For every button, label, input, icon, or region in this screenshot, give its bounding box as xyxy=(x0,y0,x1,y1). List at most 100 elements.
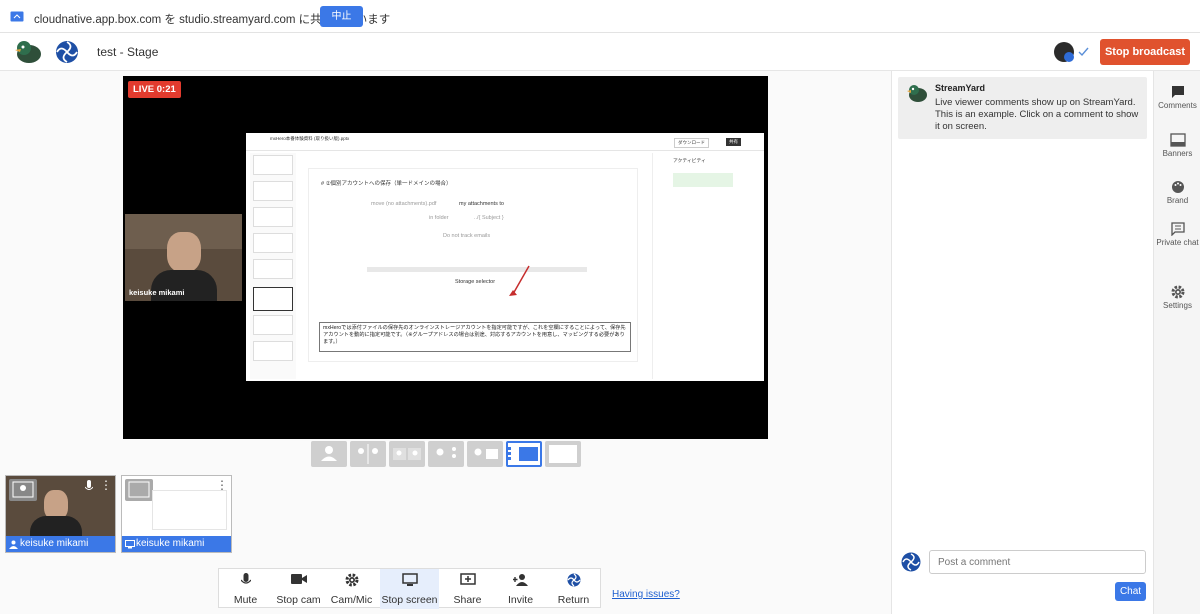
broadcast-title: test - Stage xyxy=(97,45,159,59)
folder-text: in folder xyxy=(429,215,449,221)
layout-screen-main-button[interactable] xyxy=(506,441,542,467)
broadcast-controls: Mute Stop cam Cam/Mic Stop screen Share … xyxy=(218,568,601,609)
add-to-stage-icon[interactable] xyxy=(125,479,153,501)
stop-broadcast-button[interactable]: Stop broadcast xyxy=(1100,39,1190,65)
stop-screen-button[interactable]: Stop screen xyxy=(380,569,439,609)
side-item-comments[interactable]: Comments xyxy=(1154,85,1200,111)
brand-logo-icon xyxy=(56,41,78,63)
screen-share-icon xyxy=(10,11,24,22)
doc-title: mxHero本番体験資料 (取り扱い版).pptx xyxy=(270,136,350,141)
add-person-icon xyxy=(512,574,528,586)
side-label-brand: Brand xyxy=(1166,196,1189,205)
shared-screen: mxHero本番体験資料 (取り扱い版).pptx ダウンロード 共有 # ②個… xyxy=(246,133,764,381)
doc-download-button: ダウンロード xyxy=(674,138,709,148)
gear-icon xyxy=(1171,285,1184,299)
comments-panel: StreamYard Live viewer comments show up … xyxy=(893,71,1153,614)
brand-logo-icon xyxy=(567,573,580,587)
screen-thumb-label: keisuke mikami xyxy=(122,536,231,552)
camera-feed: keisuke mikami xyxy=(125,214,242,301)
subject-text: ../{ Subject } xyxy=(474,215,504,221)
slide-canvas: # ②個別アカウントへの保存（単一ドメインの場合） move (no attac… xyxy=(308,168,638,362)
stop-cam-label: Stop cam xyxy=(276,594,321,606)
streamyard-logo-icon xyxy=(15,41,41,63)
stage-area: LIVE 0:21 mxHero本番体験資料 (取り扱い版).pptx ダウンロ… xyxy=(0,71,892,614)
side-item-banners[interactable]: Banners xyxy=(1154,133,1200,159)
red-arrow-icon xyxy=(509,265,530,296)
comment-text: Live viewer comments show up on StreamYa… xyxy=(935,97,1139,132)
destination-avatar-icon[interactable] xyxy=(1052,40,1094,64)
video-camera-icon xyxy=(290,574,307,584)
chat-icon xyxy=(1170,222,1185,236)
person-screen-icon xyxy=(474,448,498,459)
fullscreen-icon xyxy=(549,445,577,463)
return-button[interactable]: Return xyxy=(547,569,600,609)
add-to-stage-icon[interactable] xyxy=(9,479,37,501)
layout-thin-button[interactable] xyxy=(389,441,425,467)
stop-sharing-button[interactable]: 中止 xyxy=(320,6,363,27)
palette-icon xyxy=(1171,181,1184,193)
slide-thumbnails xyxy=(250,153,296,379)
doc-header: mxHero本番体験資料 (取り扱い版).pptx ダウンロード 共有 xyxy=(246,133,764,151)
doc-share-button: 共有 xyxy=(726,138,741,146)
stop-screen-label: Stop screen xyxy=(381,594,438,606)
track-text: Do not track emails xyxy=(443,233,491,239)
add-screen-icon xyxy=(459,573,476,585)
gear-icon xyxy=(345,573,358,587)
share-button[interactable]: Share xyxy=(441,569,494,609)
invite-label: Invite xyxy=(507,594,534,606)
storage-selector-text: Storage selector xyxy=(455,279,496,285)
side-item-private-chat[interactable]: Private chat xyxy=(1154,222,1200,248)
screen-person-icon xyxy=(508,447,538,461)
comment-icon xyxy=(1171,86,1184,98)
screen-share-bar: cloudnative.app.box.com を studio.streamy… xyxy=(0,0,1200,33)
example-comment[interactable]: StreamYard Live viewer comments show up … xyxy=(898,77,1147,139)
stop-cam-button[interactable]: Stop cam xyxy=(272,569,325,609)
comment-sender: StreamYard xyxy=(935,83,986,93)
cam-mic-label: Cam/Mic xyxy=(330,594,373,606)
invite-button[interactable]: Invite xyxy=(494,569,547,609)
screen-thumbnail[interactable]: ⋮ keisuke mikami xyxy=(121,475,232,553)
share-label: Share xyxy=(453,594,482,606)
more-options-icon[interactable]: ⋮ xyxy=(100,478,112,492)
live-video: LIVE 0:21 mxHero本番体験資料 (取り扱い版).pptx ダウンロ… xyxy=(123,76,768,439)
layout-group-button[interactable] xyxy=(428,441,464,467)
doc-activity-panel: アクティビティ xyxy=(652,153,764,379)
chat-send-button[interactable]: Chat xyxy=(1115,582,1146,601)
layout-split-button[interactable] xyxy=(350,441,386,467)
side-label-private-chat: Private chat xyxy=(1156,238,1199,247)
return-label: Return xyxy=(557,594,590,606)
banner-icon xyxy=(1169,133,1186,147)
monitor-icon xyxy=(401,573,418,586)
layout-screen-side-button[interactable] xyxy=(467,441,503,467)
camera-thumbnail[interactable]: ⋮ keisuke mikami xyxy=(5,475,116,553)
person-icon xyxy=(321,446,337,461)
brand-logo-icon xyxy=(901,552,921,572)
live-badge: LIVE 0:21 xyxy=(128,81,181,98)
two-people-icon xyxy=(358,444,378,464)
having-issues-link[interactable]: Having issues? xyxy=(612,589,680,600)
side-item-brand[interactable]: Brand xyxy=(1154,180,1200,206)
side-label-settings: Settings xyxy=(1163,301,1192,310)
rule-move-text: move (no attachments).pdf xyxy=(371,201,437,207)
activity-label: アクティビティ xyxy=(673,159,706,164)
cam-mic-button[interactable]: Cam/Mic xyxy=(325,569,378,609)
side-item-settings[interactable]: Settings xyxy=(1154,285,1200,311)
slide-heading: # ②個別アカウントへの保存（単一ドメインの場合） xyxy=(321,181,452,187)
comment-input[interactable] xyxy=(929,550,1146,574)
camera-name-label: keisuke mikami xyxy=(129,288,185,297)
group-icon xyxy=(436,447,456,458)
more-options-icon[interactable]: ⋮ xyxy=(216,478,228,492)
rule-to-text: my attachments to xyxy=(459,201,504,207)
person-icon xyxy=(9,540,18,549)
camera-thumb-label: keisuke mikami xyxy=(6,536,115,552)
monitor-icon xyxy=(125,540,135,549)
mute-label: Mute xyxy=(233,594,258,606)
slide-note: mxHeroでは添付ファイルの保存先のオンラインストレージアカウントを指定可能で… xyxy=(319,322,631,352)
microphone-icon[interactable] xyxy=(85,480,93,494)
microphone-icon xyxy=(240,573,251,584)
streamyard-logo-icon xyxy=(907,85,927,102)
layout-fullscreen-button[interactable] xyxy=(545,441,581,467)
layout-solo-button[interactable] xyxy=(311,441,347,467)
mute-button[interactable]: Mute xyxy=(219,569,272,609)
two-people-icon xyxy=(393,448,421,460)
